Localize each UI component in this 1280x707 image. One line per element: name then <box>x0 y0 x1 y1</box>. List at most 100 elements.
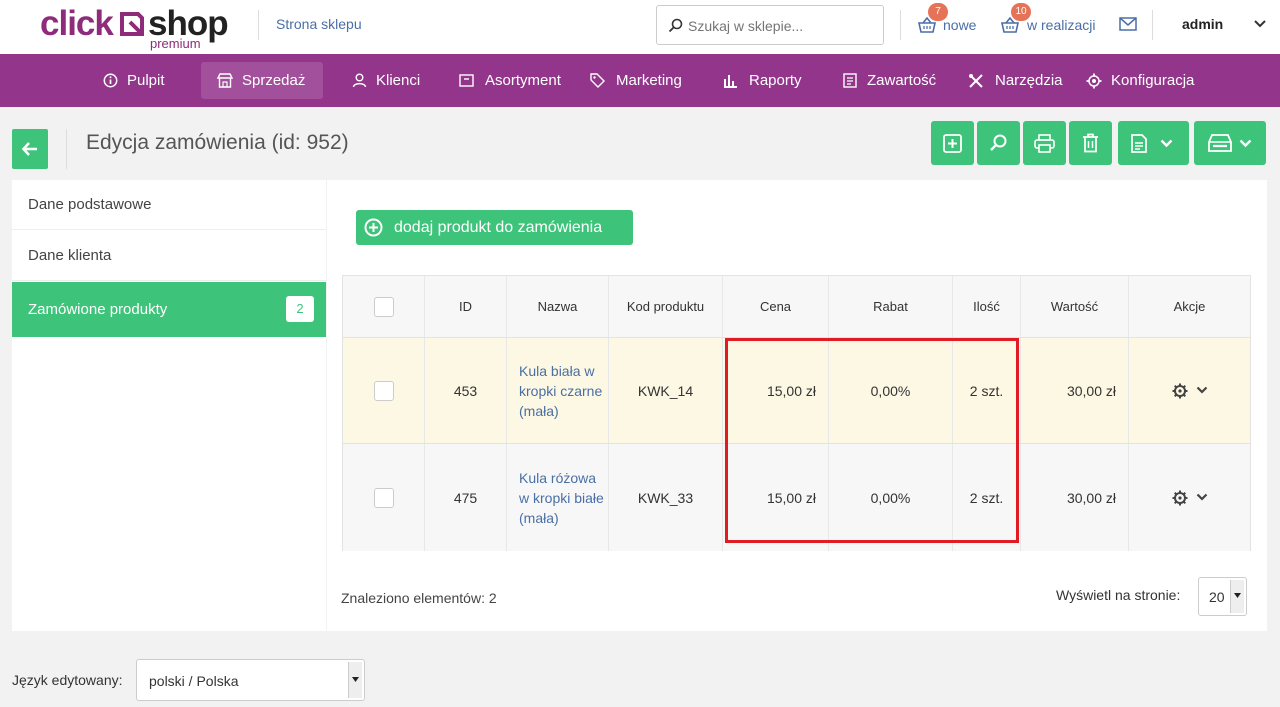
column-header-discount[interactable]: Rabat <box>829 276 953 337</box>
search-icon <box>990 134 1007 151</box>
count-badge: 2 <box>286 296 314 322</box>
nav-item-raporty[interactable]: Raporty <box>723 62 808 99</box>
column-header-code[interactable]: Kod produktu <box>609 276 723 337</box>
language-select[interactable]: polski / Polska <box>136 659 365 701</box>
shipping-dropdown-button[interactable] <box>1194 121 1266 165</box>
delete-button[interactable] <box>1069 121 1112 165</box>
arrow-left-icon <box>21 142 37 156</box>
nav-label: Pulpit <box>127 72 165 89</box>
cell-price: 15,00 zł <box>723 338 829 443</box>
cell-value: 30,00 zł <box>1021 338 1129 443</box>
row-select-cell <box>343 338 425 443</box>
printer-tray-icon <box>1208 134 1232 152</box>
nav-item-klienci[interactable]: Klienci <box>350 62 430 99</box>
cell-actions <box>1129 444 1250 551</box>
column-header-id[interactable]: ID <box>425 276 507 337</box>
sidebar-item-label: Zamówione produkty <box>28 301 168 318</box>
document-icon <box>843 73 857 88</box>
nav-label: Raporty <box>749 72 802 89</box>
shop-icon <box>217 73 233 88</box>
search-order-button[interactable] <box>977 121 1020 165</box>
page-title: Edycja zamówienia (id: 952) <box>86 131 349 154</box>
cell-product-name-link[interactable]: Kula biała w kropki czarne (mała) <box>507 338 609 443</box>
sidebar-item-customer-data[interactable]: Dane klienta <box>12 231 326 281</box>
orders-new-label: nowe <box>943 17 977 33</box>
nav-item-sprzedaz[interactable]: Sprzedaż <box>201 62 323 99</box>
store-link[interactable]: Strona sklepu <box>276 16 362 32</box>
nav-label: Sprzedaż <box>242 72 306 89</box>
logo-word-click: click <box>40 4 114 43</box>
sidebar-item-ordered-products[interactable]: Zamówione produkty 2 <box>12 282 326 337</box>
plus-circle-icon <box>364 218 383 237</box>
clickshop-logo[interactable]: click shop premium <box>40 4 240 51</box>
mail-icon[interactable] <box>1119 17 1137 31</box>
orders-in-progress-link[interactable]: 10 w realizacji <box>1001 3 1105 38</box>
select-all-checkbox[interactable] <box>373 296 394 317</box>
row-select-cell <box>343 444 425 551</box>
nav-label: Klienci <box>376 72 421 89</box>
cell-actions <box>1129 338 1250 443</box>
logo-mark-icon <box>120 12 144 36</box>
search-icon <box>668 18 683 33</box>
cell-value: 30,00 zł <box>1021 444 1129 551</box>
cell-price: 15,00 zł <box>723 444 829 551</box>
chevron-down-icon <box>1160 139 1173 148</box>
per-page-label: Wyświetl na stronie: <box>1056 587 1181 603</box>
cell-id: 453 <box>425 338 507 443</box>
language-label: Język edytowany: <box>12 672 123 688</box>
chevron-down-icon[interactable] <box>1196 493 1208 502</box>
print-button[interactable] <box>1023 121 1066 165</box>
per-page-select[interactable]: 20 <box>1198 577 1247 616</box>
select-all-cell <box>343 276 425 337</box>
chevron-down-icon <box>1254 20 1266 28</box>
orders-in-progress-label: w realizacji <box>1027 17 1096 33</box>
documents-dropdown-button[interactable] <box>1118 121 1189 165</box>
orders-new-link[interactable]: 7 nowe <box>918 3 984 38</box>
info-circle-icon <box>103 73 118 88</box>
chevron-down-icon <box>1239 139 1252 148</box>
logo-tier: premium <box>150 36 201 51</box>
search-box[interactable] <box>656 5 884 45</box>
nav-item-pulpit[interactable]: Pulpit <box>100 62 185 99</box>
back-button[interactable] <box>12 129 48 169</box>
cell-discount: 0,00% <box>829 338 953 443</box>
nav-item-narzedzia[interactable]: Narzędzia <box>968 62 1068 99</box>
user-menu[interactable]: admin <box>1182 16 1266 32</box>
box-icon <box>459 74 474 87</box>
divider <box>66 129 67 169</box>
divider <box>258 10 259 40</box>
caret-down-icon <box>352 677 359 682</box>
chevron-down-icon[interactable] <box>1196 386 1208 395</box>
row-checkbox[interactable] <box>373 380 394 401</box>
order-sections-sidebar: Dane podstawowe Dane klienta Zamówione p… <box>12 180 326 631</box>
cell-product-name-link[interactable]: Kula różowa w kropki białe (mała) <box>507 444 609 551</box>
search-input[interactable] <box>688 15 878 37</box>
nav-item-zawartosc[interactable]: Zawartość <box>843 62 943 99</box>
sidebar-item-basic-data[interactable]: Dane podstawowe <box>12 180 326 230</box>
nav-label: Marketing <box>616 72 682 89</box>
add-product-button[interactable]: dodaj produkt do zamówienia <box>356 210 633 245</box>
column-header-quantity[interactable]: Ilość <box>953 276 1021 337</box>
divider <box>1152 10 1153 40</box>
caret-down-icon <box>1234 593 1241 598</box>
nav-item-asortyment[interactable]: Asortyment <box>459 62 571 99</box>
column-header-actions: Akcje <box>1173 299 1206 314</box>
bar-chart-icon <box>724 75 737 88</box>
column-header-price[interactable]: Cena <box>723 276 829 337</box>
print-icon <box>1034 134 1055 153</box>
column-header-value[interactable]: Wartość <box>1021 276 1129 337</box>
table-row: 453 Kula biała w kropki czarne (mała) KW… <box>343 338 1250 444</box>
gear-icon[interactable] <box>1172 383 1188 399</box>
main-nav: Pulpit Sprzedaż Klienci Asortyment Marke… <box>0 54 1280 107</box>
add-order-button[interactable] <box>931 121 974 165</box>
user-name: admin <box>1182 16 1224 32</box>
language-value: polski / Polska <box>149 673 239 689</box>
nav-item-konfiguracja[interactable]: Konfiguracja <box>1086 62 1201 99</box>
select-arrow <box>348 662 362 698</box>
cell-id: 475 <box>425 444 507 551</box>
gear-icon[interactable] <box>1172 490 1188 506</box>
row-checkbox[interactable] <box>373 487 394 508</box>
column-header-name[interactable]: Nazwa <box>507 276 609 337</box>
nav-item-marketing[interactable]: Marketing <box>590 62 690 99</box>
nav-label: Asortyment <box>485 72 561 89</box>
